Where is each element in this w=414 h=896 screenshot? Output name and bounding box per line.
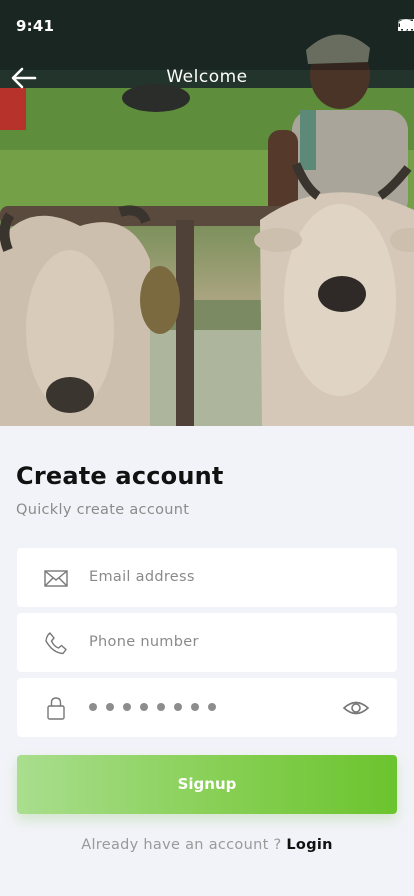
password-dot [106, 703, 114, 711]
status-time: 9:41 [16, 17, 55, 35]
signup-button[interactable]: Signup [17, 755, 397, 814]
password-dot [208, 703, 216, 711]
lock-icon [47, 697, 65, 720]
phone-field[interactable]: Phone number [17, 613, 397, 672]
farmer-oxen-photo [0, 0, 414, 426]
password-dot [89, 703, 97, 711]
password-dot [123, 703, 131, 711]
battery-icon [398, 19, 414, 31]
phone-icon [45, 632, 67, 655]
mail-icon [44, 570, 68, 587]
email-placeholder: Email address [89, 569, 195, 585]
password-dot [157, 703, 165, 711]
form-subtitle: Quickly create account [16, 502, 190, 518]
password-dot [140, 703, 148, 711]
form-title: Create account [16, 462, 224, 490]
email-field[interactable]: Email address [17, 548, 397, 607]
page-title: Welcome [166, 67, 248, 87]
password-field[interactable] [17, 678, 397, 737]
status-bar: 9:41 [0, 0, 414, 50]
login-prompt: Already have an account ? Login [0, 837, 414, 853]
login-prompt-text: Already have an account ? [81, 837, 282, 853]
password-dot [191, 703, 199, 711]
password-dot [174, 703, 182, 711]
hero-image: 9:41 Welcome [0, 0, 414, 426]
phone-placeholder: Phone number [89, 634, 199, 650]
password-masked-value [89, 703, 216, 711]
login-link[interactable]: Login [286, 837, 332, 853]
eye-icon[interactable] [342, 696, 370, 720]
